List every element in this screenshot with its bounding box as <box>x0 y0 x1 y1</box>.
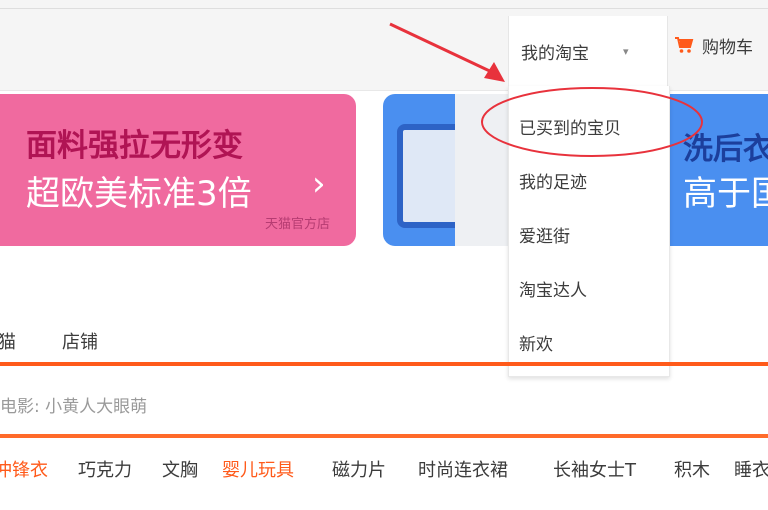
search-input-placeholder[interactable]: 电影: 小黄人大眼萌 <box>0 392 147 417</box>
my-taobao-label: 我的淘宝 <box>521 43 589 64</box>
cart-link[interactable]: 购物车 <box>674 30 753 60</box>
hot-keywords: 冲锋衣 巧克力 文胸 婴儿玩具 磁力片 时尚连衣裙 长袖女士T 积木 睡衣 <box>0 452 768 482</box>
hot-keyword-link[interactable]: 睡衣 <box>734 456 768 482</box>
top-divider <box>0 8 768 9</box>
dropdown-item-bought-items[interactable]: 已买到的宝贝 <box>519 114 621 139</box>
hot-keyword-link[interactable]: 积木 <box>674 456 710 482</box>
hot-keyword-link[interactable]: 巧克力 <box>78 456 132 482</box>
tab-tmall[interactable]: 猫 <box>0 328 16 354</box>
dropdown-item-footprints[interactable]: 我的足迹 <box>519 168 587 193</box>
cart-label: 购物车 <box>702 37 753 58</box>
banner-right-headline: 洗后衣 <box>683 132 768 167</box>
dropdown-item-browse-street[interactable]: 爱逛街 <box>519 222 570 247</box>
chevron-down-icon: ▾ <box>623 44 629 58</box>
search-tabs: 猫 店铺 <box>0 318 768 366</box>
banner-right-subheadline: 高于国 <box>683 174 768 214</box>
hot-keyword-link[interactable]: 长袖女士T <box>553 456 636 482</box>
hot-keyword-link[interactable]: 文胸 <box>162 456 198 482</box>
hot-keyword-link[interactable]: 磁力片 <box>332 456 386 482</box>
search-box-top-border <box>0 362 768 366</box>
tab-shops[interactable]: 店铺 <box>62 328 98 354</box>
hot-keyword-link[interactable]: 冲锋衣 <box>0 456 48 482</box>
cart-icon <box>675 37 694 53</box>
search-box-bottom-border <box>0 434 768 438</box>
banner-left-headline: 面料强拉无形变 <box>26 128 243 164</box>
banner-left-brand: 天猫官方店 <box>264 217 330 232</box>
my-taobao-menu[interactable]: 我的淘宝 ▾ <box>508 16 668 86</box>
banner-left-subheadline: 超欧美标准3倍 <box>26 174 252 214</box>
dropdown-item-taobao-experts[interactable]: 淘宝达人 <box>519 276 587 301</box>
hot-keyword-link[interactable]: 时尚连衣裙 <box>418 456 508 482</box>
banner-arrow-icon: › <box>312 164 326 204</box>
banner-right-model-image <box>455 94 515 246</box>
hot-keyword-link[interactable]: 婴儿玩具 <box>222 456 294 482</box>
promo-banner-left[interactable]: 面料强拉无形变 超欧美标准3倍 › 天猫官方店 <box>0 94 356 246</box>
